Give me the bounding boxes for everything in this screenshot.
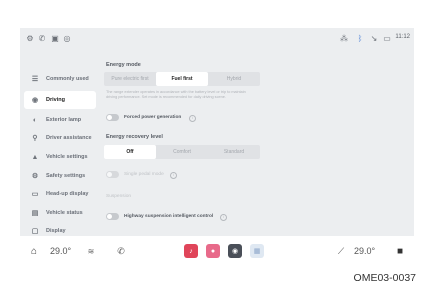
info-icon[interactable]: i: [220, 214, 227, 221]
music-app-icon[interactable]: ♪: [184, 244, 198, 258]
car-icon: ▲: [31, 153, 39, 161]
sidebar-item-driving[interactable]: ◉ Driving: [24, 91, 96, 109]
steering-wheel-icon: ◉: [31, 97, 39, 104]
bottom-dock: ⌂ 29.0° ≋ ✆ ♪ ● ◉ ▦ ⟋ 29.0° ■: [20, 236, 414, 266]
camera-app-icon[interactable]: ◉: [228, 244, 242, 258]
hud-icon: ▭: [31, 191, 39, 198]
energy-mode-heading: Energy mode: [106, 62, 141, 68]
safety-icon: ⚙: [31, 173, 39, 180]
energy-mode-option-hybrid[interactable]: Hybrid: [208, 72, 260, 86]
seat-icon[interactable]: ◎: [63, 35, 71, 43]
gear-icon[interactable]: ⚙: [26, 35, 34, 43]
media-app-icon[interactable]: ●: [206, 244, 220, 258]
info-icon[interactable]: i: [189, 115, 196, 122]
home-icon[interactable]: ⌂: [28, 245, 40, 257]
forced-power-generation-label: Forced power generation: [124, 115, 182, 120]
bluetooth-icon: ᛒ: [357, 34, 363, 43]
vehicle-screen: ⚙ ✆ ▣ ◎ ⁂ ᛒ ↘ ▭ 11:12 ☰ Commonly used ◉ …: [20, 28, 414, 266]
display-icon: ▢: [31, 228, 39, 235]
info-icon[interactable]: i: [170, 172, 177, 179]
highway-suspension-toggle[interactable]: [106, 213, 119, 220]
energy-recovery-selector: Off Comfort Standard: [104, 145, 260, 159]
apps-icon[interactable]: ▦: [250, 244, 264, 258]
sidebar-item-safety-settings[interactable]: ⚙ Safety settings: [24, 167, 96, 185]
vehicle-status-icon: ▤: [31, 210, 39, 217]
phone-icon[interactable]: ✆: [38, 35, 46, 43]
sidebar-item-driver-assistance[interactable]: ⚲ Driver assistance: [24, 129, 96, 147]
battery-icon: ▭: [383, 34, 391, 43]
energy-mode-description: The range extender operates in accordanc…: [106, 90, 246, 99]
left-temperature[interactable]: 29.0°: [50, 245, 71, 257]
driving-settings-panel: Energy mode Pure electric first Fuel fir…: [104, 50, 410, 236]
sidebar-item-commonly-used[interactable]: ☰ Commonly used: [24, 70, 96, 88]
settings-sidebar: ☰ Commonly used ◉ Driving ◐ Exterior lam…: [20, 50, 100, 236]
energy-mode-option-pure-electric[interactable]: Pure electric first: [104, 72, 156, 86]
phone-icon[interactable]: ✆: [116, 245, 126, 257]
forced-power-generation-toggle[interactable]: [106, 114, 119, 121]
energy-mode-selector: Pure electric first Fuel first Hybrid: [104, 72, 260, 86]
driver-assist-icon: ⚲: [32, 135, 38, 142]
climate-icon[interactable]: ■: [394, 245, 406, 257]
signal-icon: ↘: [370, 34, 378, 43]
sidebar-item-exterior-lamp[interactable]: ◐ Exterior lamp: [24, 111, 96, 129]
status-bar: ⚙ ✆ ▣ ◎ ⁂ ᛒ ↘ ▭ 11:12: [20, 28, 414, 50]
single-pedal-mode-toggle[interactable]: [106, 171, 119, 178]
menu-icon: ☰: [31, 76, 39, 83]
clock: 11:12: [395, 34, 410, 40]
fan-icon[interactable]: ⟋: [336, 245, 346, 257]
seat-heating-icon[interactable]: ≋: [86, 245, 96, 257]
energy-recovery-option-standard[interactable]: Standard: [208, 145, 260, 159]
sidebar-item-vehicle-settings[interactable]: ▲ Vehicle settings: [24, 148, 96, 166]
suspension-heading: Suspension: [106, 194, 132, 199]
network-icon: ⁂: [340, 34, 348, 43]
lamp-icon: ◐: [32, 116, 38, 124]
energy-recovery-heading: Energy recovery level: [106, 134, 163, 140]
right-temperature[interactable]: 29.0°: [354, 245, 375, 257]
energy-mode-option-fuel-first[interactable]: Fuel first: [156, 72, 208, 86]
single-pedal-mode-label: Single pedal mode: [124, 172, 164, 177]
energy-recovery-option-comfort[interactable]: Comfort: [156, 145, 208, 159]
energy-recovery-option-off[interactable]: Off: [104, 145, 156, 159]
figure-caption: OME03-0037: [353, 272, 416, 284]
car-icon[interactable]: ▣: [51, 35, 59, 43]
sidebar-item-head-up-display[interactable]: ▭ Head-up display: [24, 185, 96, 203]
sidebar-item-vehicle-status[interactable]: ▤ Vehicle status: [24, 204, 96, 222]
highway-suspension-label: Highway suspension intelligent control: [124, 214, 214, 219]
